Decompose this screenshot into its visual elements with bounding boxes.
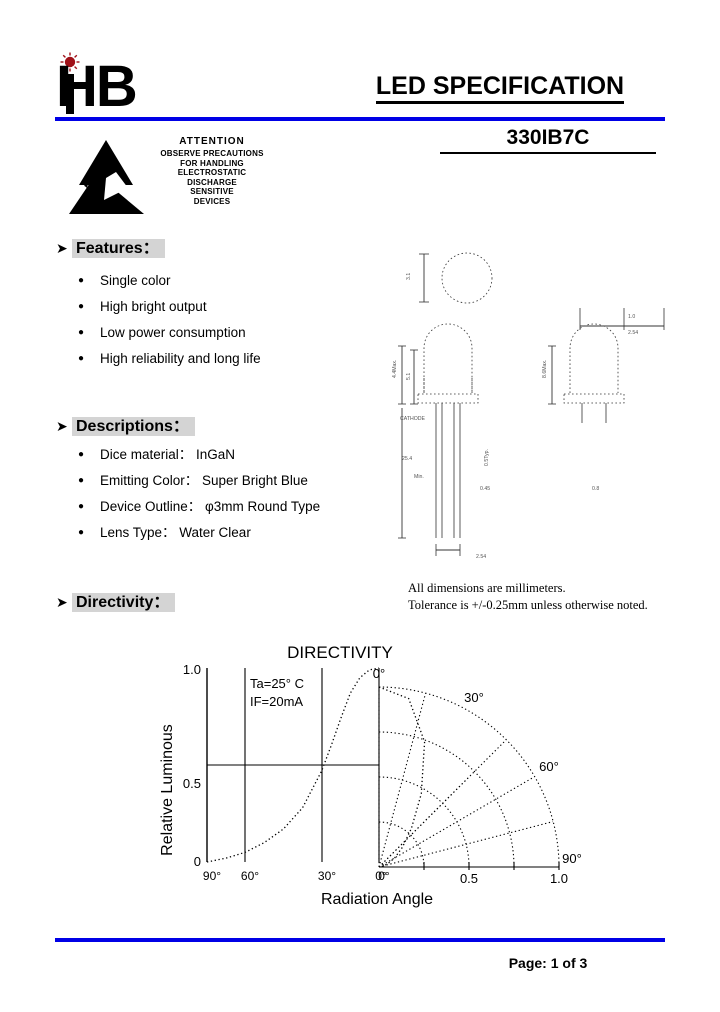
header-divider: [55, 117, 665, 121]
list-item: Emitting Color： Super Bright Blue: [78, 468, 320, 494]
note-line: All dimensions are millimeters.: [408, 581, 566, 595]
esd-line: FOR HANDLING: [180, 158, 244, 168]
esd-line: DISCHARGE: [187, 177, 237, 187]
list-item: Dice material： InGaN: [78, 442, 320, 468]
page-title-text: LED SPECIFICATION: [375, 72, 625, 104]
svg-text:60°: 60°: [539, 759, 559, 774]
part-number-underline: [440, 152, 656, 154]
svg-text:1.0: 1.0: [183, 662, 201, 677]
esd-line: SENSITIVE: [190, 187, 234, 196]
page-title: LED SPECIFICATION: [330, 72, 670, 104]
part-number: 330IB7C: [506, 126, 590, 149]
list-item: High reliability and long life: [78, 346, 261, 372]
descriptions-heading-label: Descriptions：: [72, 417, 195, 436]
svg-text:Relative Luminous: Relative Luminous: [159, 724, 176, 856]
svg-text:8.6Max.: 8.6Max.: [542, 360, 548, 378]
svg-text:Radiation Angle: Radiation Angle: [321, 891, 433, 908]
footer-divider: [55, 938, 665, 942]
list-item: High bright output: [78, 294, 261, 320]
svg-text:0: 0: [194, 854, 201, 869]
svg-text:2.54: 2.54: [628, 330, 638, 336]
bullet-arrow-icon: ➤: [56, 418, 68, 434]
features-list: Single color High bright output Low powe…: [78, 268, 261, 372]
directivity-heading-label: Directivity：: [72, 593, 176, 612]
directivity-heading: ➤ Directivity：: [56, 588, 176, 612]
list-item: Single color: [78, 268, 261, 294]
svg-text:1.0: 1.0: [628, 314, 635, 320]
svg-text:0.5Typ.: 0.5Typ.: [484, 449, 490, 466]
descriptions-heading: ➤ Descriptions：: [56, 412, 195, 436]
svg-text:0°: 0°: [375, 869, 387, 883]
bullet-arrow-icon: ➤: [56, 240, 68, 256]
esd-line: ELECTROSTATIC: [177, 168, 247, 177]
features-heading-label: Features：: [72, 239, 165, 258]
svg-text:0.5: 0.5: [460, 871, 478, 886]
esd-text-block: ATTENTION OBSERVE PRECAUTIONS FOR HANDLI…: [130, 136, 294, 206]
svg-text:25.4: 25.4: [402, 456, 412, 462]
svg-text:0.45: 0.45: [480, 486, 490, 492]
directivity-chart: DIRECTIVITY 1.0 0.5 0 Relative Luminous …: [150, 640, 630, 915]
svg-text:90°: 90°: [203, 869, 221, 883]
svg-text:0°: 0°: [373, 666, 385, 681]
mechanical-drawing: 3.1 4.4Max. 5.1 8.6Max. 0.5Typ. 1.0 2.54…: [392, 238, 684, 576]
features-heading: ➤ Features：: [56, 234, 165, 258]
list-item: Device Outline： φ3mm Round Type: [78, 494, 320, 520]
datasheet-page: HB LED SPECIFICATION 330IB7C ATTENTION O…: [0, 0, 720, 1012]
esd-body: OBSERVE PRECAUTIONS FOR HANDLING ELECTRO…: [130, 149, 294, 206]
bullet-arrow-icon: ➤: [56, 594, 68, 610]
svg-text:Ta=25° C: Ta=25° C: [250, 676, 304, 691]
esd-line: DEVICES: [193, 196, 231, 206]
page-footer: Page: 1 of 3: [508, 955, 588, 971]
svg-text:2.54: 2.54: [476, 554, 486, 560]
svg-text:CATHODE: CATHODE: [400, 416, 426, 422]
svg-text:5.1: 5.1: [406, 373, 412, 380]
hb-logo: HB: [56, 52, 166, 116]
svg-text:Min.: Min.: [414, 474, 424, 480]
drawing-notes: All dimensions are millimeters. Toleranc…: [408, 580, 698, 614]
list-item: Lens Type： Water Clear: [78, 520, 320, 546]
svg-text:60°: 60°: [241, 869, 259, 883]
svg-text:IF=20mA: IF=20mA: [250, 694, 303, 709]
list-item: Low power consumption: [78, 320, 261, 346]
esd-line: OBSERVE PRECAUTIONS: [160, 149, 264, 158]
svg-text:4.4Max.: 4.4Max.: [392, 360, 398, 378]
svg-text:0.5: 0.5: [183, 776, 201, 791]
svg-text:90°: 90°: [562, 851, 582, 866]
esd-heading: ATTENTION: [179, 136, 245, 147]
svg-text:DIRECTIVITY: DIRECTIVITY: [287, 643, 393, 662]
descriptions-list: Dice material： InGaN Emitting Color： Sup…: [78, 442, 320, 546]
svg-text:30°: 30°: [464, 690, 484, 705]
svg-text:30°: 30°: [318, 869, 336, 883]
svg-text:3.1: 3.1: [406, 273, 412, 280]
esd-warning: ATTENTION OBSERVE PRECAUTIONS FOR HANDLI…: [66, 136, 292, 220]
svg-text:1.0: 1.0: [550, 871, 568, 886]
svg-text:0.8: 0.8: [592, 486, 599, 492]
note-line: Tolerance is +/-0.25mm unless otherwise …: [408, 598, 648, 612]
logo-wordmark: HB: [56, 54, 138, 119]
